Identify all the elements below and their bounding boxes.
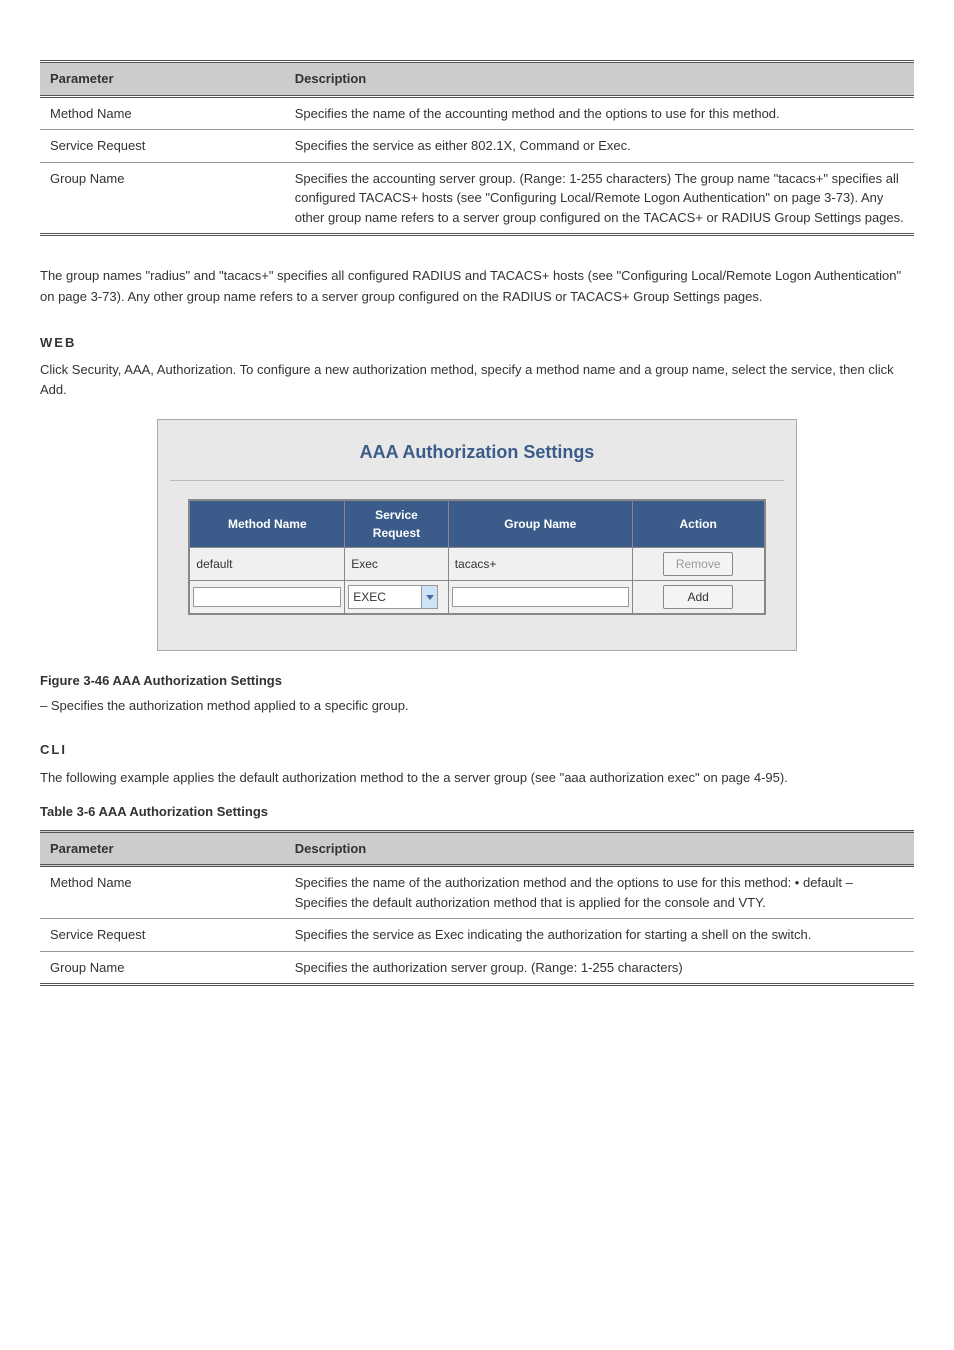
divider [170,480,784,481]
cell-param: Service Request [40,130,285,163]
th-service-request: Service Request [345,500,449,548]
cell-service: Exec [345,548,449,581]
table-row: EXEC Add [189,581,764,615]
cell-group-input [448,581,632,615]
cell-method: default [189,548,344,581]
service-request-select[interactable]: EXEC [348,585,438,609]
cell-service-select: EXEC [345,581,449,615]
body-paragraph: The group names "radius" and "tacacs+" s… [40,266,914,308]
add-button[interactable]: Add [663,585,733,609]
th-group-name: Group Name [448,500,632,548]
ui-table: Method Name Service Request Group Name A… [188,499,765,615]
table-caption: Table 3-6 AAA Authorization Settings [40,802,914,822]
figure-caption: Figure 3-46 AAA Authorization Settings [40,671,914,691]
figure-desc: – Specifies the authorization method app… [40,696,914,716]
cell-param: Group Name [40,951,285,985]
th-parameter: Parameter [40,62,285,97]
th-description: Description [285,831,914,866]
select-value: EXEC [349,586,421,608]
table-row: Service Request Specifies the service as… [40,130,914,163]
table-row: Method Name Specifies the name of the au… [40,866,914,919]
cell-desc: Specifies the service as Exec indicating… [285,919,914,952]
cell-desc: Specifies the accounting server group. (… [285,162,914,235]
cell-param: Service Request [40,919,285,952]
cell-param: Method Name [40,96,285,130]
remove-button[interactable]: Remove [663,552,733,576]
cli-text: The following example applies the defaul… [40,768,914,788]
th-method-name: Method Name [189,500,344,548]
table-row: default Exec tacacs+ Remove [189,548,764,581]
chevron-down-icon [421,586,437,608]
cell-method-input [189,581,344,615]
web-intro: Click Security, AAA, Authorization. To c… [40,360,914,399]
table-row: Service Request Specifies the service as… [40,919,914,952]
table-row: Group Name Specifies the accounting serv… [40,162,914,235]
spec-table-bottom: Parameter Description Method Name Specif… [40,830,914,987]
group-name-input[interactable] [452,587,629,607]
cell-desc: Specifies the service as either 802.1X, … [285,130,914,163]
cell-desc: Specifies the name of the authorization … [285,866,914,919]
th-action: Action [632,500,764,548]
cell-group: tacacs+ [448,548,632,581]
table-row: Method Name Specifies the name of the ac… [40,96,914,130]
cell-param: Method Name [40,866,285,919]
table-row: Group Name Specifies the authorization s… [40,951,914,985]
cell-action: Remove [632,548,764,581]
cell-desc: Specifies the authorization server group… [285,951,914,985]
th-description: Description [285,62,914,97]
cell-param: Group Name [40,162,285,235]
method-name-input[interactable] [193,587,341,607]
cell-desc: Specifies the name of the accounting met… [285,96,914,130]
screenshot-panel: AAA Authorization Settings Method Name S… [157,419,797,651]
web-heading: WEB [40,333,914,353]
screenshot-title: AAA Authorization Settings [170,435,784,480]
cell-action: Add [632,581,764,615]
spec-table-top: Parameter Description Method Name Specif… [40,60,914,236]
th-parameter: Parameter [40,831,285,866]
cli-heading: CLI [40,740,914,760]
